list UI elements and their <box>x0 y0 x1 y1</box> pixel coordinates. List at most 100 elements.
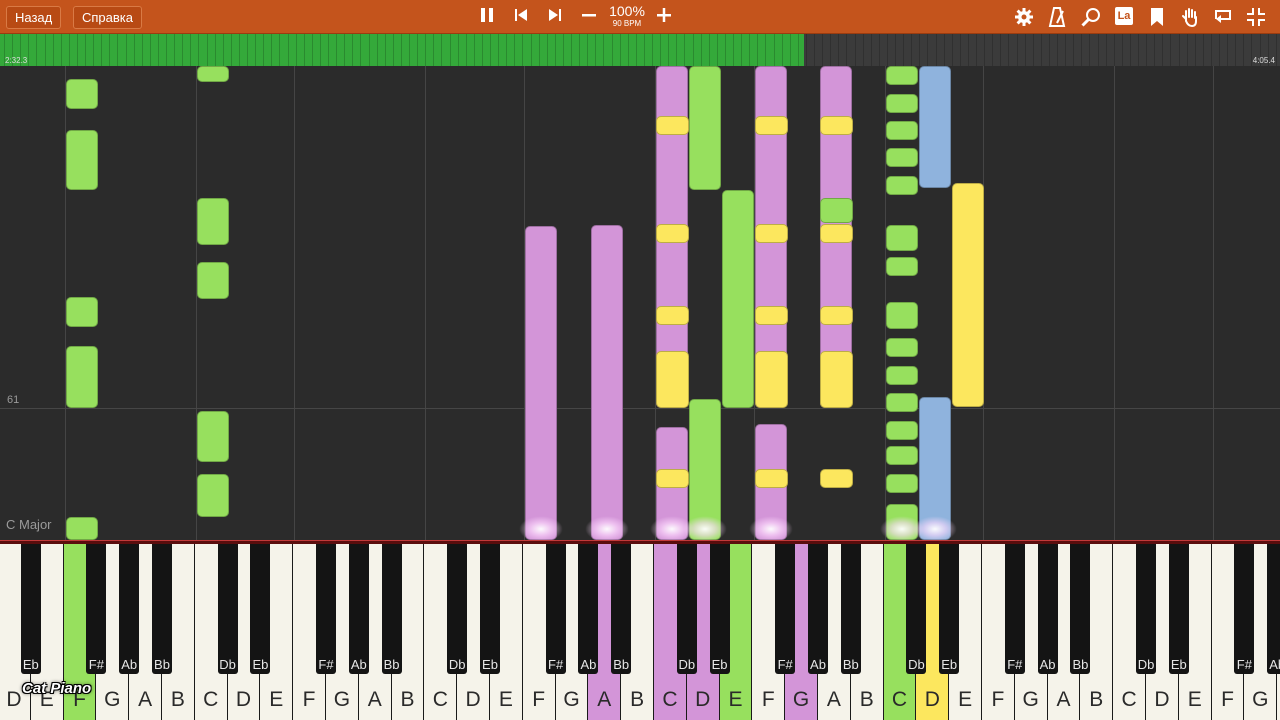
black-key[interactable]: F# <box>316 544 336 674</box>
note <box>722 190 754 408</box>
note <box>886 148 918 167</box>
black-key[interactable]: Eb <box>480 544 500 674</box>
hand-icon[interactable] <box>1177 4 1203 30</box>
key-label: Ab <box>810 657 826 672</box>
search-icon[interactable] <box>1078 4 1104 30</box>
key-label: F# <box>777 657 793 672</box>
black-key[interactable]: F# <box>1234 544 1255 674</box>
note <box>66 517 98 540</box>
metronome-icon[interactable] <box>1044 4 1070 30</box>
black-key[interactable]: Eb <box>939 544 960 674</box>
key-label: E <box>1187 688 1202 711</box>
black-key[interactable]: Eb <box>250 544 271 674</box>
impact-glow <box>749 516 793 542</box>
minus-icon[interactable] <box>576 4 602 30</box>
black-key[interactable]: Ab <box>578 544 599 674</box>
note <box>886 421 918 440</box>
next-icon[interactable] <box>542 4 568 30</box>
gear-icon[interactable] <box>1011 4 1037 30</box>
note <box>66 79 98 109</box>
key-label: G <box>1022 688 1039 711</box>
black-key[interactable]: F# <box>775 544 796 674</box>
note-labels-icon[interactable]: La <box>1111 4 1137 30</box>
note <box>197 411 229 462</box>
note <box>755 469 788 488</box>
note <box>197 262 229 299</box>
loop-icon[interactable] <box>1210 4 1236 30</box>
note <box>820 224 853 243</box>
impact-glow <box>585 516 629 542</box>
black-key[interactable]: Ab <box>808 544 828 674</box>
key-label: Db <box>219 657 236 672</box>
note <box>656 224 689 243</box>
key-label: Ab <box>121 657 138 672</box>
key-label: A <box>826 688 841 711</box>
key-label: G <box>563 688 580 711</box>
key-label: Eb <box>1170 657 1187 672</box>
tempo-percent: 100% <box>609 3 645 19</box>
note <box>886 474 918 493</box>
note <box>755 306 788 325</box>
piano-roll: 61 C Major <box>0 66 1280 540</box>
black-key[interactable]: Db <box>447 544 468 674</box>
note <box>886 176 918 195</box>
key-label: F <box>302 688 316 711</box>
note <box>755 116 788 135</box>
key-label: E <box>498 688 513 711</box>
note <box>197 198 229 245</box>
key-label: C <box>432 688 448 711</box>
black-key[interactable]: F# <box>1004 544 1025 674</box>
key-label: Bb <box>154 657 170 672</box>
key-label: D <box>1154 688 1170 711</box>
black-key[interactable]: Bb <box>381 544 402 674</box>
key-label: Eb <box>482 657 498 672</box>
black-key[interactable]: Db <box>906 544 927 674</box>
key-label: Eb <box>252 657 269 672</box>
back-button[interactable]: Назад <box>6 6 62 29</box>
black-key[interactable]: Bb <box>152 544 172 674</box>
key-label: Bb <box>383 657 400 672</box>
black-key[interactable]: Db <box>676 544 697 674</box>
black-key[interactable]: F# <box>86 544 107 674</box>
black-key[interactable]: Eb <box>709 544 730 674</box>
black-key[interactable]: Ab <box>1267 544 1280 674</box>
current-time: 2:32.3 <box>5 56 28 65</box>
black-key[interactable]: Ab <box>348 544 369 674</box>
black-key[interactable]: Bb <box>1070 544 1091 674</box>
key-label: B <box>1089 688 1104 711</box>
black-key[interactable]: Ab <box>1037 544 1058 674</box>
key-label: F <box>532 688 546 711</box>
progress-bar[interactable]: 2:32.3 4:05.4 <box>0 34 1280 66</box>
key-label: G <box>333 688 351 711</box>
help-button[interactable]: Справка <box>73 6 142 29</box>
impact-glow <box>913 516 957 542</box>
key-label: F <box>1221 688 1234 711</box>
black-key[interactable]: Bb <box>840 544 861 674</box>
measure-number: 61 <box>7 394 20 406</box>
note <box>820 116 853 135</box>
key-label: C <box>891 688 908 711</box>
note <box>886 338 918 357</box>
watermark-logo: Cat Piano <box>22 680 92 697</box>
plus-icon[interactable] <box>651 4 677 30</box>
black-key[interactable]: Eb <box>20 544 41 674</box>
key-label: F <box>761 688 775 711</box>
bookmark-icon[interactable] <box>1144 4 1170 30</box>
black-key[interactable]: Eb <box>1168 544 1189 674</box>
black-key[interactable]: Bb <box>611 544 632 674</box>
note <box>820 469 853 488</box>
key-label: B <box>170 688 185 711</box>
key-label: A <box>597 688 612 711</box>
black-key[interactable]: F# <box>545 544 566 674</box>
key-label: F# <box>88 657 104 672</box>
key-label: Db <box>908 657 925 672</box>
key-label: D <box>924 688 940 711</box>
pause-icon[interactable] <box>474 4 500 30</box>
fullscreen-exit-icon[interactable] <box>1243 4 1269 30</box>
prev-icon[interactable] <box>508 4 534 30</box>
tempo-display: 100% 90 BPM <box>603 4 651 29</box>
black-key[interactable]: Db <box>217 544 238 674</box>
black-key[interactable]: Ab <box>119 544 140 674</box>
note <box>886 94 918 113</box>
black-key[interactable]: Db <box>1136 544 1156 674</box>
